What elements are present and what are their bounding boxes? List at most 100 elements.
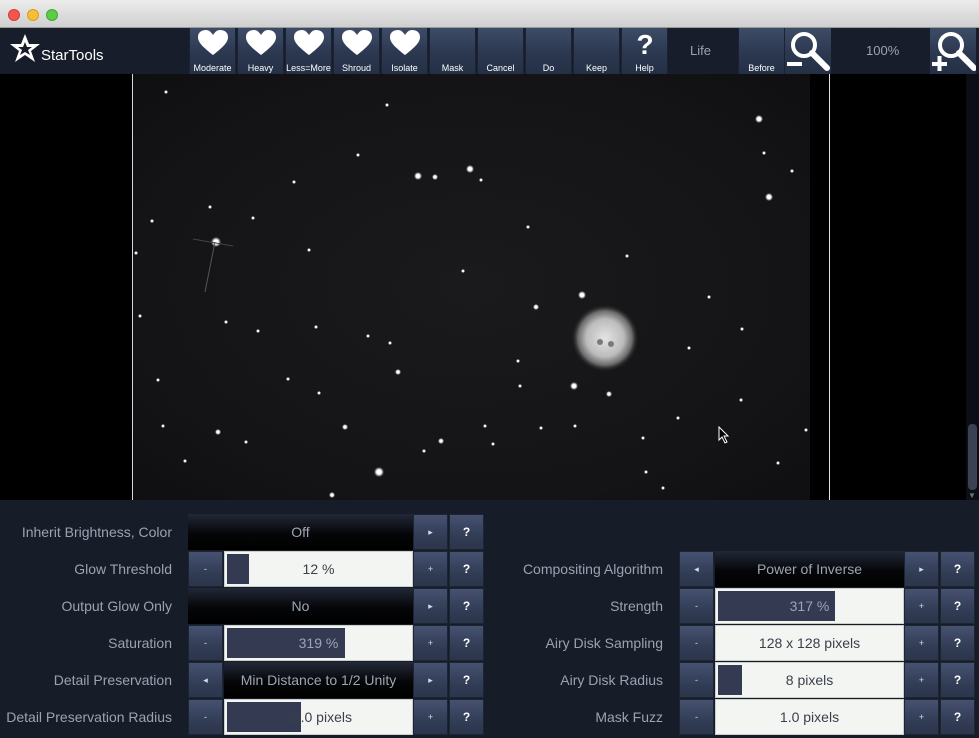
toolbar: StarTools Moderate Heavy Less=More Shroud Is… bbox=[0, 28, 979, 74]
star bbox=[292, 180, 296, 184]
zoom-out-icon bbox=[787, 32, 830, 71]
param-label: Mask Fuzz bbox=[595, 709, 663, 725]
airy-disk-radius-slider[interactable]: 8 pixels bbox=[715, 662, 904, 698]
help-button[interactable]: ? bbox=[940, 551, 975, 587]
astro-image[interactable] bbox=[132, 74, 810, 500]
star bbox=[356, 153, 360, 157]
increase-button[interactable]: + bbox=[904, 625, 939, 661]
window-titlebar bbox=[0, 0, 979, 28]
star bbox=[606, 391, 612, 397]
heavy-button[interactable]: Heavy bbox=[237, 28, 284, 74]
strength-slider[interactable]: 317 % bbox=[715, 588, 904, 624]
less-more-button[interactable]: Less=More bbox=[285, 28, 332, 74]
maximize-window-button[interactable] bbox=[46, 9, 58, 21]
help-button[interactable]: ? Help bbox=[621, 28, 668, 74]
help-button[interactable]: ? bbox=[940, 699, 975, 735]
toolbar-button-label: Moderate bbox=[193, 63, 232, 73]
isolate-button[interactable]: Isolate bbox=[381, 28, 428, 74]
slider-value: 128 x 128 pixels bbox=[758, 635, 861, 651]
star bbox=[164, 90, 168, 94]
star bbox=[479, 178, 483, 182]
zoom-out-button[interactable] bbox=[785, 28, 831, 74]
do-button[interactable]: Do bbox=[525, 28, 572, 74]
minimize-window-button[interactable] bbox=[27, 9, 39, 21]
star bbox=[570, 382, 578, 390]
help-button[interactable]: ? bbox=[449, 514, 484, 550]
mask-fuzz-slider[interactable]: 1.0 pixels bbox=[715, 699, 904, 735]
decrease-button[interactable]: - bbox=[679, 588, 714, 624]
star bbox=[314, 325, 318, 329]
star bbox=[516, 359, 520, 363]
star bbox=[161, 424, 165, 428]
next-option-button[interactable]: ▸ bbox=[413, 514, 448, 550]
vertical-scrollbar[interactable]: ▼ bbox=[966, 74, 979, 500]
param-label: Airy Disk Sampling bbox=[545, 635, 663, 651]
zoom-in-icon bbox=[932, 32, 977, 71]
star bbox=[183, 459, 187, 463]
decrease-button[interactable]: - bbox=[679, 662, 714, 698]
inherit-brightness-color-toggle[interactable]: Off bbox=[188, 514, 413, 550]
star bbox=[251, 216, 255, 220]
zoom-in-button[interactable] bbox=[930, 28, 977, 74]
star bbox=[804, 428, 808, 432]
cancel-button[interactable]: Cancel bbox=[477, 28, 524, 74]
star bbox=[676, 416, 680, 420]
star bbox=[539, 426, 543, 430]
decrease-button[interactable]: - bbox=[679, 625, 714, 661]
scroll-down-icon[interactable]: ▼ bbox=[968, 491, 976, 500]
star bbox=[329, 492, 335, 498]
parameter-panel: Inherit Brightness, Color Off ▸? Glow Thres… bbox=[0, 500, 979, 738]
moderate-button[interactable]: Moderate bbox=[189, 28, 236, 74]
param-label: Airy Disk Radius bbox=[560, 672, 663, 688]
image-viewport[interactable] bbox=[0, 74, 966, 500]
star bbox=[762, 151, 766, 155]
star bbox=[307, 248, 311, 252]
star bbox=[491, 442, 495, 446]
keep-button[interactable]: Keep bbox=[573, 28, 620, 74]
param-row-inherit-brightness-color: Inherit Brightness, Color Off ▸? bbox=[0, 514, 979, 550]
airy-disk-sampling-slider[interactable]: 128 x 128 pixels bbox=[715, 625, 904, 661]
star bbox=[138, 314, 142, 318]
toolbar-button-label: Do bbox=[542, 63, 555, 73]
help-button[interactable]: ? bbox=[940, 625, 975, 661]
shroud-button[interactable]: Shroud bbox=[333, 28, 380, 74]
star bbox=[414, 172, 422, 180]
star bbox=[461, 269, 465, 273]
compositing-algorithm-select[interactable]: Power of Inverse bbox=[715, 551, 904, 587]
star-logo-icon bbox=[10, 34, 40, 62]
star bbox=[644, 470, 648, 474]
param-row-mask-fuzz: Mask Fuzz - 1.0 pixels +? bbox=[0, 699, 979, 735]
star bbox=[776, 461, 780, 465]
increase-button[interactable]: + bbox=[904, 699, 939, 735]
toolbar-button-label: Shroud bbox=[341, 63, 372, 73]
star bbox=[134, 251, 138, 255]
prev-option-button[interactable]: ◂ bbox=[679, 551, 714, 587]
star bbox=[256, 329, 260, 333]
mask-button[interactable]: Mask bbox=[429, 28, 476, 74]
decrease-button[interactable]: - bbox=[679, 699, 714, 735]
star bbox=[432, 174, 438, 180]
param-row-airy-disk-sampling: Airy Disk Sampling - 128 x 128 pixels +? bbox=[0, 625, 979, 661]
scrollbar-thumb[interactable] bbox=[968, 424, 977, 490]
increase-button[interactable]: + bbox=[904, 662, 939, 698]
close-window-button[interactable] bbox=[8, 9, 20, 21]
star bbox=[244, 440, 248, 444]
star bbox=[438, 438, 444, 444]
module-name: Life bbox=[690, 43, 711, 58]
toolbar-button-label: Mask bbox=[441, 63, 464, 73]
param-row-compositing-algorithm: Compositing Algorithm ◂ Power of Inverse ▸? bbox=[0, 551, 979, 587]
star bbox=[388, 341, 392, 345]
slider-value: 317 % bbox=[789, 598, 830, 614]
help-button[interactable]: ? bbox=[940, 662, 975, 698]
star bbox=[790, 169, 794, 173]
help-button[interactable]: ? bbox=[940, 588, 975, 624]
star bbox=[687, 346, 691, 350]
owl-nebula bbox=[571, 304, 639, 372]
slider-fill bbox=[718, 665, 743, 695]
param-label: Inherit Brightness, Color bbox=[21, 524, 172, 540]
star bbox=[518, 384, 522, 388]
next-option-button[interactable]: ▸ bbox=[904, 551, 939, 587]
before-button[interactable]: Before bbox=[738, 28, 785, 74]
star bbox=[208, 205, 212, 209]
increase-button[interactable]: + bbox=[904, 588, 939, 624]
